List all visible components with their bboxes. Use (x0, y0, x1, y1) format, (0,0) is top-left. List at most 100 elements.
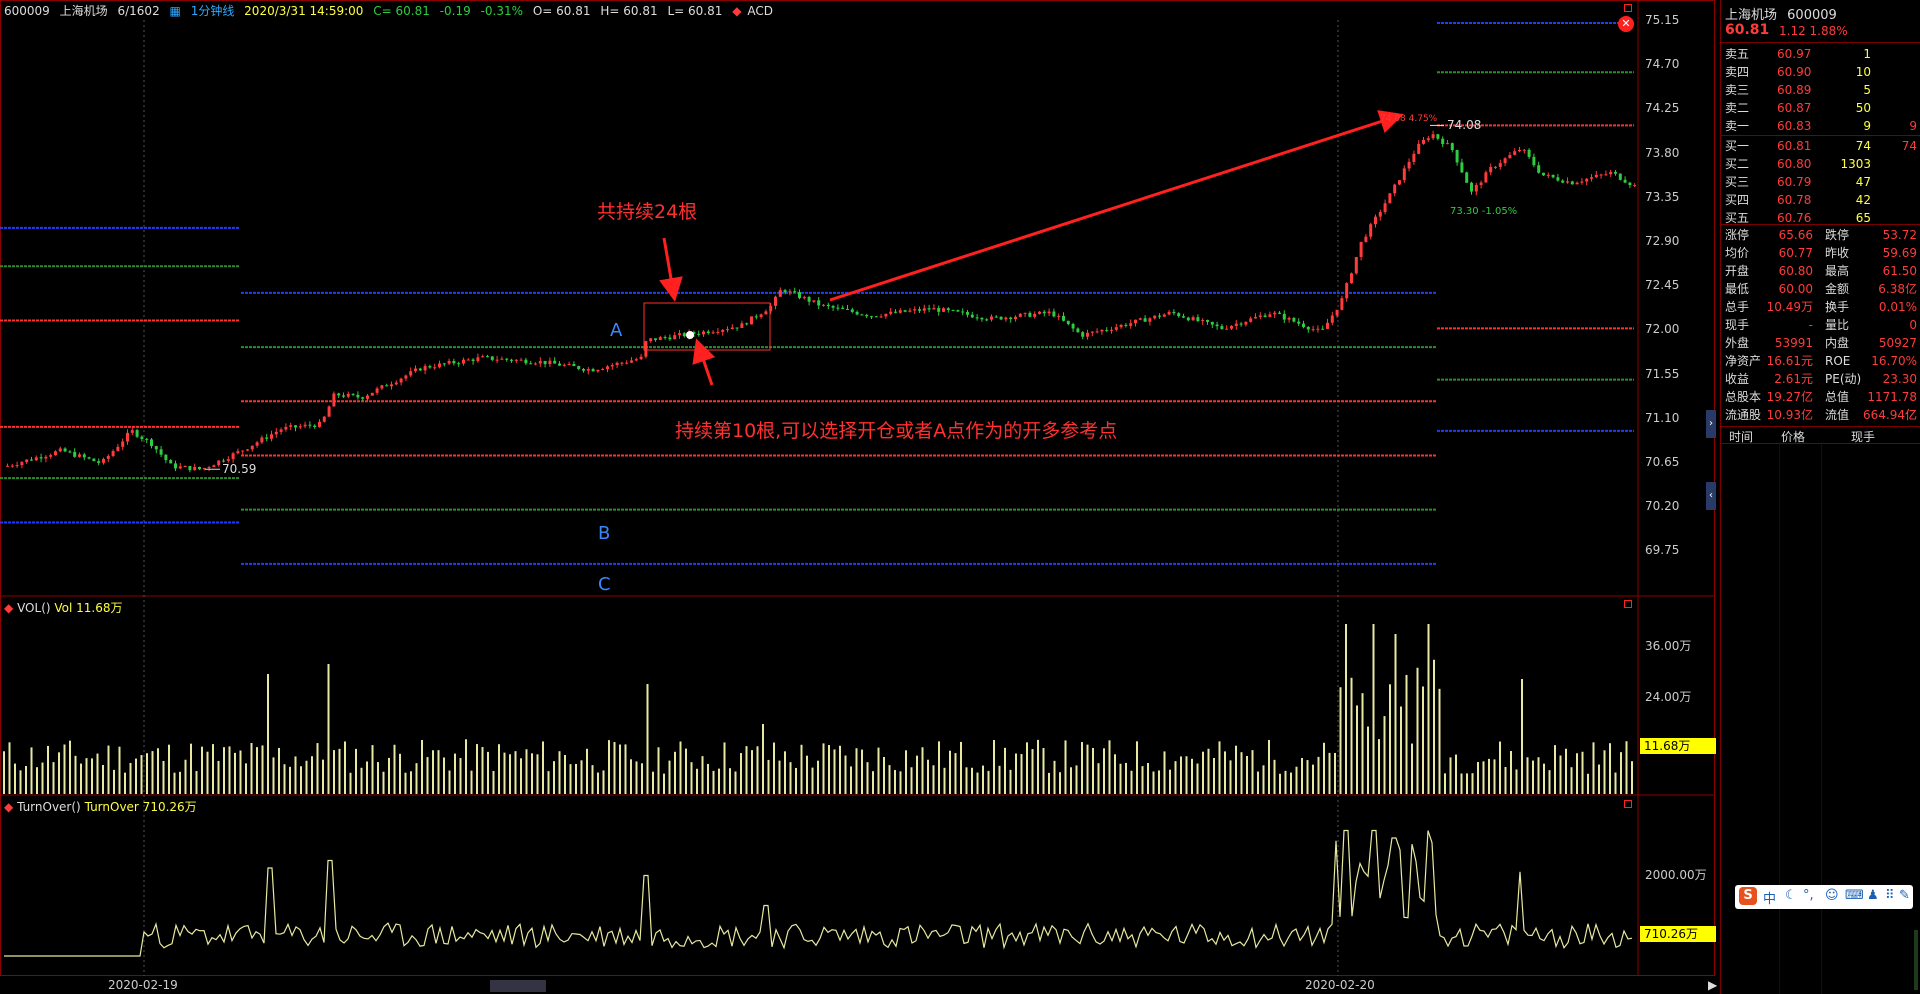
candle-body (1182, 316, 1185, 318)
candle-body (135, 430, 139, 437)
candle-body (990, 316, 993, 320)
candle-body (6, 465, 9, 467)
price-tick: 75.15 (1645, 13, 1680, 27)
main-panel-maximize-icon[interactable] (1624, 4, 1632, 12)
ob-price: 60.90 (1777, 65, 1812, 79)
ask-row[interactable]: 卖三 60.89 5 (1721, 81, 1920, 99)
candle-body (380, 385, 384, 389)
horizontal-scrollbar-thumb[interactable] (490, 980, 546, 992)
vol-indicator-name[interactable]: VOL() (17, 601, 51, 615)
candle-body (1033, 313, 1037, 317)
vol-panel-maximize-icon[interactable] (1624, 600, 1632, 608)
candle-body (1014, 316, 1017, 320)
ask-row[interactable]: 卖四 60.90 10 (1721, 63, 1920, 81)
side-scrollbar[interactable] (1914, 930, 1918, 990)
candle-body (1450, 143, 1454, 151)
price-tick: 70.65 (1645, 455, 1680, 469)
turnover-indicator-name[interactable]: TurnOver() (17, 800, 81, 814)
candle-body (1254, 316, 1257, 319)
candle-body (1186, 317, 1190, 321)
ob-label: 买二 (1725, 157, 1750, 171)
candle-body (294, 425, 297, 428)
candle-body (1345, 283, 1349, 299)
candle-body (586, 369, 590, 371)
scroll-right-arrow-icon[interactable]: ▶ (1708, 978, 1717, 992)
ime-keyboard-icon[interactable]: ⌨ (1845, 888, 1864, 903)
candle-body (279, 429, 283, 432)
close-circle-icon[interactable]: ✕ (1618, 16, 1634, 32)
candle-body (548, 360, 552, 365)
stat-label: PE(动) (1825, 372, 1862, 386)
ask-row[interactable]: 卖一 60.83 9 9 (1721, 117, 1920, 135)
ime-punct-icon[interactable]: °, (1803, 888, 1814, 903)
collapse-left-icon[interactable]: ‹ (1706, 482, 1716, 510)
candle-body (97, 461, 101, 463)
candle-body (519, 359, 523, 361)
candle-body (212, 465, 216, 468)
candle-body (735, 327, 739, 329)
candle-body (634, 359, 638, 361)
ob-price: 60.97 (1777, 47, 1812, 61)
ob-label: 买一 (1725, 139, 1750, 153)
chart-frame (0, 0, 1715, 976)
ime-wrench-icon[interactable]: ✎ (1899, 888, 1910, 903)
candle-body (937, 308, 941, 312)
ime-toolbar[interactable]: S 中 ☾ °, ☺ ⌨ ♟ ⠿ ✎ (1735, 885, 1913, 909)
bid-row[interactable]: 买一 60.81 74 74 (1721, 137, 1920, 155)
candle-body (159, 449, 163, 455)
annotation-bottom: 持续第10根,可以选择开仓或者A点作为的开多参考点 (675, 420, 1118, 442)
candle-body (1407, 161, 1411, 169)
candle-body (1402, 168, 1406, 181)
candle-body (572, 363, 576, 367)
candle-body (615, 362, 619, 366)
stat-value: 23.30 (1882, 372, 1917, 386)
candle-body (130, 430, 134, 433)
candle-body (308, 424, 312, 426)
ime-grid-icon[interactable]: ⠿ (1885, 888, 1895, 903)
candle-body (1234, 323, 1238, 326)
main-chart[interactable] (0, 0, 1718, 994)
expand-right-icon[interactable]: › (1706, 410, 1716, 438)
candle-body (1134, 319, 1137, 324)
candle-body (1378, 212, 1382, 217)
ime-shirt-icon[interactable]: ♟ (1867, 888, 1879, 903)
candle-body (361, 397, 365, 399)
date-label-1: 2020-02-19 (108, 978, 178, 992)
candle-body (457, 363, 461, 365)
candle-body (562, 364, 566, 366)
vol-diamond-icon: ◆ (4, 601, 14, 615)
grid-icon[interactable]: ▦ (170, 4, 181, 18)
candle-body (1460, 162, 1464, 173)
candle-body (207, 467, 211, 469)
candle-body (946, 308, 950, 311)
period-label[interactable]: 1分钟线 (191, 4, 235, 18)
candle-body (63, 448, 67, 452)
bid-row[interactable]: 买三 60.79 47 (1721, 173, 1920, 191)
ime-lang-toggle[interactable]: 中 (1763, 888, 1776, 907)
bid-row[interactable]: 买四 60.78 42 (1721, 191, 1920, 209)
annotation-top: 共持续24根 (597, 201, 698, 223)
candle-body (985, 319, 989, 321)
turnover-panel-maximize-icon[interactable] (1624, 800, 1632, 808)
ime-moon-icon[interactable]: ☾ (1785, 888, 1797, 903)
candle-body (409, 371, 413, 376)
ime-smile-icon[interactable]: ☺ (1825, 888, 1839, 903)
ime-logo-icon[interactable]: S (1739, 887, 1757, 905)
ask-row[interactable]: 卖五 60.97 1 (1721, 45, 1920, 63)
candle-body (831, 306, 835, 308)
divider (1721, 42, 1920, 43)
stats-row: 涨停 65.66 跌停 53.72 (1721, 226, 1920, 244)
candle-body (1383, 203, 1387, 213)
vol-indicator-value: Vol 11.68万 (54, 601, 123, 615)
candle-body (706, 331, 710, 334)
candle-body (1561, 180, 1565, 183)
candle-body (788, 291, 792, 293)
ask-row[interactable]: 卖二 60.87 50 (1721, 99, 1920, 117)
candle-body (327, 406, 331, 417)
candle-body (1575, 182, 1579, 185)
indicator-name[interactable]: ACD (747, 4, 773, 18)
candle-body (1004, 317, 1008, 320)
candle-body (452, 360, 456, 364)
bid-row[interactable]: 买二 60.80 1303 (1721, 155, 1920, 173)
candle-body (1100, 329, 1104, 332)
